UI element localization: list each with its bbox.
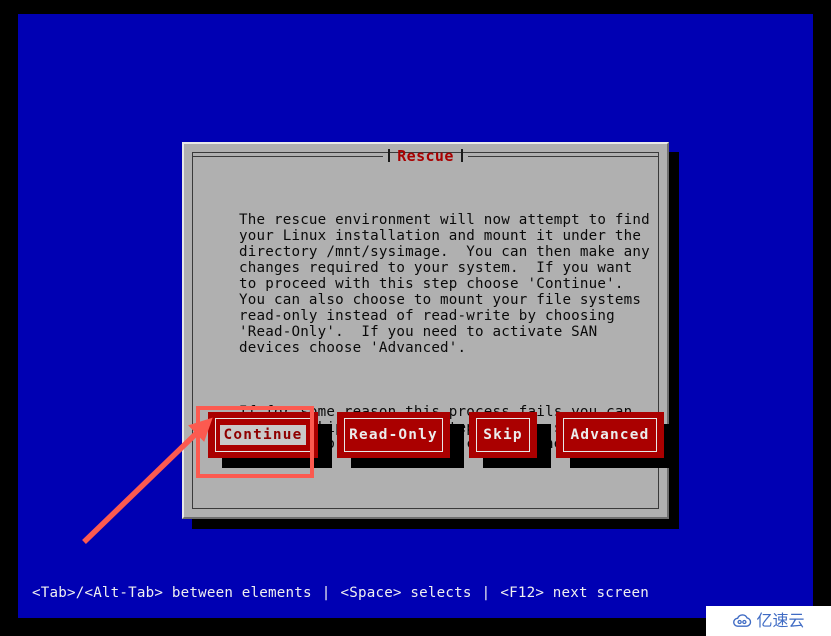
cloud-icon xyxy=(733,614,752,627)
button-advanced[interactable]: Advanced xyxy=(556,412,678,468)
dialog-title: Rescue xyxy=(397,146,454,165)
button-continue-label: Continue xyxy=(219,425,307,445)
button-advanced-face[interactable]: Advanced xyxy=(556,412,664,458)
button-advanced-label: Advanced xyxy=(570,427,650,443)
dialog-button-row: Continue Read-Only Skip Advanced xyxy=(204,412,678,482)
status-separator-1: | xyxy=(321,585,331,601)
title-cap-left xyxy=(388,149,391,162)
button-continue[interactable]: Continue xyxy=(208,412,332,468)
button-skip[interactable]: Skip xyxy=(469,412,551,468)
screen-root: Rescue The rescue environment will now a… xyxy=(0,0,831,636)
button-read-only[interactable]: Read-Only xyxy=(337,412,464,468)
button-read-only-label: Read-Only xyxy=(349,427,438,443)
status-separator-2: | xyxy=(481,585,491,601)
button-read-only-face[interactable]: Read-Only xyxy=(337,412,450,458)
status-hint-space: <Space> selects xyxy=(340,585,472,601)
title-cap-right xyxy=(460,149,463,162)
dialog-paragraph-1: The rescue environment will now attempt … xyxy=(239,212,650,356)
title-rule-left xyxy=(192,155,384,157)
console-area: Rescue The rescue environment will now a… xyxy=(18,14,813,618)
button-skip-label: Skip xyxy=(483,427,523,443)
button-skip-face[interactable]: Skip xyxy=(469,412,537,458)
status-hint-tab: <Tab>/<Alt-Tab> between elements xyxy=(32,585,312,601)
watermark-text: 亿速云 xyxy=(756,611,805,630)
status-bar: <Tab>/<Alt-Tab> between elements | <Spac… xyxy=(18,584,813,602)
watermark: 亿速云 xyxy=(706,606,831,636)
rescue-dialog: Rescue The rescue environment will now a… xyxy=(182,142,678,519)
status-hint-f12: <F12> next screen xyxy=(500,585,649,601)
dialog-titlebar: Rescue xyxy=(192,147,659,164)
button-continue-face[interactable]: Continue xyxy=(208,412,318,458)
title-rule-right xyxy=(467,155,659,157)
